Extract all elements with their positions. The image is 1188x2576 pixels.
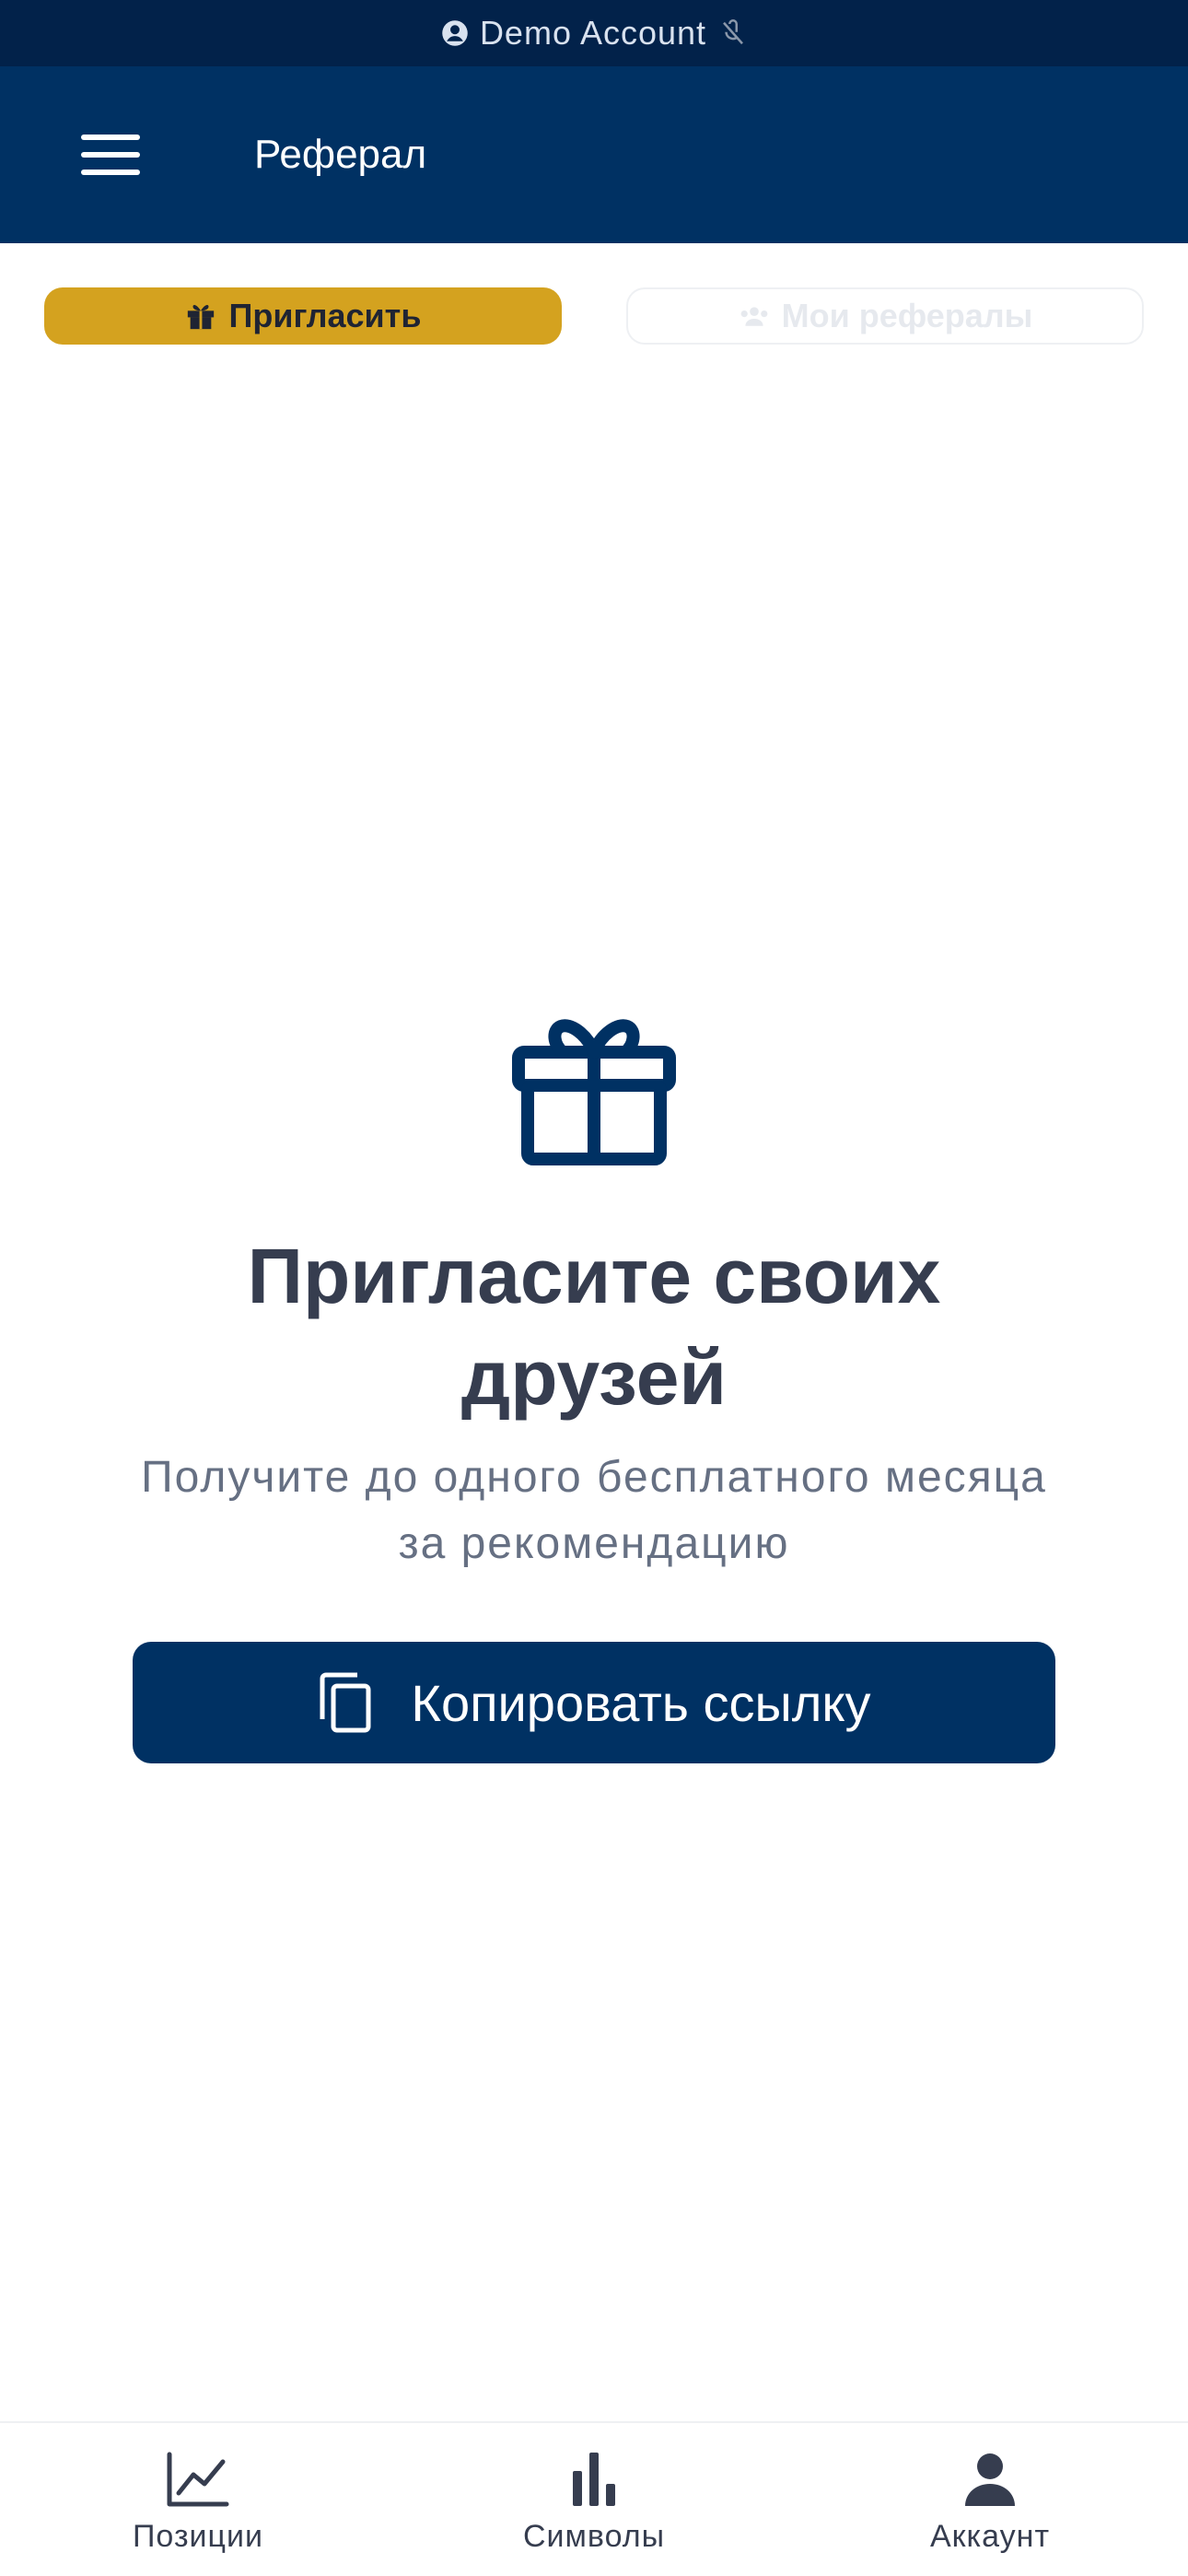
mic-off-icon: [723, 19, 743, 45]
tab-invite[interactable]: Пригласить: [44, 287, 562, 345]
nav-account-label: Аккаунт: [929, 2519, 1051, 2554]
account-circle-icon: [442, 20, 468, 46]
status-bar: Demo Account: [0, 0, 1188, 66]
bar-chart-icon: [573, 2453, 615, 2506]
user-icon: [965, 2453, 1015, 2506]
copy-icon: [320, 1672, 371, 1733]
account-label: Demo Account: [479, 14, 707, 52]
tab-my-referrals[interactable]: Мои рефералы: [626, 287, 1144, 345]
copy-link-label: Копировать ссылку: [411, 1673, 871, 1732]
hero-subtitle: Получите до одного бесплатного месяца за…: [141, 1453, 1047, 1568]
tab-invite-label: Пригласить: [228, 297, 422, 334]
hamburger-menu-icon[interactable]: [81, 135, 140, 175]
gift-icon: [512, 1019, 676, 1165]
page-title: Реферал: [254, 132, 427, 177]
bottom-navigation: Позиции Символы Аккаунт: [0, 2421, 1188, 2576]
tab-bar: Пригласить Мои рефералы: [44, 287, 1144, 345]
hero-title: Пригласите своих друзей: [247, 1233, 941, 1421]
gift-icon: [187, 304, 214, 330]
line-chart-icon: [167, 2452, 229, 2507]
users-icon: [740, 307, 767, 326]
nav-symbols-label: Символы: [522, 2519, 666, 2554]
copy-link-button[interactable]: Копировать ссылку: [133, 1642, 1055, 1763]
tab-my-referrals-label: Мои рефералы: [781, 297, 1033, 334]
app-bar: Реферал: [0, 66, 1188, 243]
nav-account[interactable]: Аккаунт: [852, 2423, 1128, 2576]
nav-positions[interactable]: Позиции: [60, 2423, 336, 2576]
nav-symbols[interactable]: Символы: [456, 2423, 732, 2576]
nav-positions-label: Позиции: [132, 2519, 263, 2554]
